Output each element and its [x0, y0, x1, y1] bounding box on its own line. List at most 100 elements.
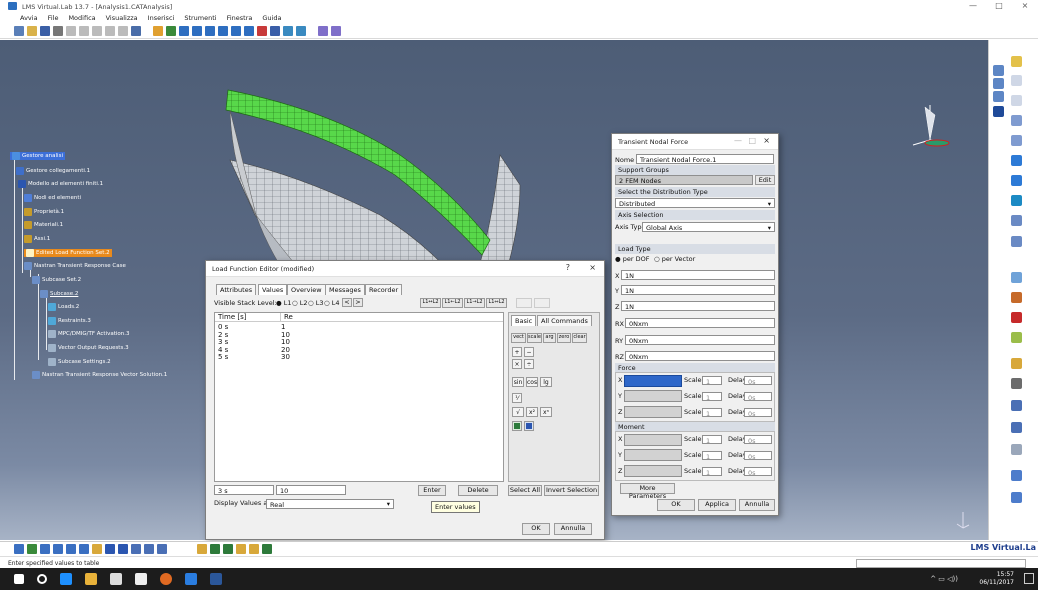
group-icon[interactable]	[993, 78, 1004, 89]
tab-basic[interactable]: Basic	[511, 315, 537, 326]
zoom-out-icon[interactable]	[218, 25, 228, 36]
force-tool-icon[interactable]	[1011, 155, 1022, 166]
menu-avvia[interactable]: Avvia	[8, 14, 38, 22]
tab-overview[interactable]: Overview	[287, 284, 326, 295]
swap-space-icon[interactable]	[270, 25, 280, 36]
tree-item-nodi-elementi[interactable]: Nodi ed elementi	[24, 194, 81, 202]
print-icon[interactable]	[53, 25, 63, 36]
tree-item-subcase-set[interactable]: Subcase Set.2	[32, 276, 81, 284]
table-icon[interactable]	[993, 106, 1004, 117]
entry-time-field[interactable]: 3 s	[214, 485, 274, 495]
nf-close-button[interactable]: ×	[763, 136, 770, 145]
pan-view-icon[interactable]	[40, 544, 50, 554]
results-icon[interactable]	[1011, 312, 1022, 323]
copy-icon[interactable]	[79, 25, 89, 36]
animate-icon[interactable]	[1011, 378, 1022, 389]
force-x-function[interactable]	[624, 375, 682, 387]
invert-selection-button[interactable]: Invert Selection	[544, 485, 599, 496]
stack-exchange-button[interactable]: L1⇔L2	[486, 298, 507, 308]
display-icon[interactable]	[1011, 332, 1022, 343]
analysis-tool-4-icon[interactable]	[236, 544, 246, 554]
new-icon[interactable]	[14, 25, 24, 36]
table-row[interactable]: 5 s 30	[215, 353, 503, 361]
ry-value-field[interactable]: 0Nxm	[625, 335, 775, 345]
arg-key[interactable]: arg	[543, 333, 556, 343]
ok-button[interactable]: OK	[522, 523, 550, 535]
image-icon[interactable]	[1011, 492, 1022, 503]
analysis-tool-3-icon[interactable]	[223, 544, 233, 554]
pressure-tool-icon[interactable]	[1011, 195, 1022, 206]
tab-values[interactable]: Values	[258, 284, 288, 295]
per-vector-radio[interactable]: ○ per Vector	[654, 255, 695, 263]
tree-item-modello-fem[interactable]: Modello ad elementi finiti.1	[18, 180, 103, 188]
enter-button[interactable]: Enter	[418, 485, 446, 496]
search-icon[interactable]	[37, 574, 47, 584]
moment-y-function[interactable]	[624, 449, 682, 461]
whats-this-icon[interactable]	[131, 25, 141, 36]
measure-icon[interactable]	[318, 25, 328, 36]
menu-inserisci[interactable]: Inserisci	[148, 14, 175, 22]
save-icon[interactable]	[40, 25, 50, 36]
select-all-button[interactable]: Select All	[508, 485, 542, 496]
pan-icon[interactable]	[179, 25, 189, 36]
compute-icon[interactable]	[166, 25, 176, 36]
restraint-tool-icon[interactable]	[1011, 75, 1022, 86]
tree-item-loads[interactable]: Loads.2	[48, 303, 79, 311]
clear-key[interactable]: clear	[572, 333, 587, 343]
menu-visualizza[interactable]: Visualizza	[106, 14, 138, 22]
sin-key[interactable]: sin	[512, 377, 524, 387]
nf-maximize-button[interactable]: □	[748, 136, 756, 145]
normal-view-icon[interactable]	[244, 25, 254, 36]
moment-y-delay[interactable]: 0s	[744, 451, 772, 460]
post-icon[interactable]	[1011, 470, 1022, 481]
hide-show-icon[interactable]	[257, 25, 267, 36]
entry-value-field[interactable]: 10	[276, 485, 346, 495]
analysis-tool-5-icon[interactable]	[249, 544, 259, 554]
tab-recorder[interactable]: Recorder	[365, 284, 403, 295]
tree-item-subcase-settings[interactable]: Subcase Settings.2	[48, 358, 111, 366]
minus-key[interactable]: −	[524, 347, 534, 357]
menu-guida[interactable]: Guida	[262, 14, 281, 22]
stack-prev-button[interactable]: <	[342, 298, 352, 307]
force-z-scale[interactable]: 1	[702, 408, 722, 417]
table-row[interactable]: 2 s 10	[215, 331, 503, 339]
more-parameters-button[interactable]: More Parameters	[620, 483, 675, 500]
measure-item-icon[interactable]	[331, 25, 341, 36]
plot-icon[interactable]	[1011, 444, 1022, 455]
multiply-key[interactable]: ×	[512, 359, 522, 369]
paste-icon[interactable]	[92, 25, 102, 36]
stack-next-button[interactable]: >	[353, 298, 363, 307]
briefcase-icon[interactable]	[135, 573, 147, 585]
distribution-tool-icon[interactable]	[1011, 236, 1022, 247]
tab-all-commands[interactable]: All Commands	[537, 315, 592, 326]
compass-widget[interactable]	[905, 95, 955, 155]
redo-icon[interactable]	[118, 25, 128, 36]
stack-level-l1[interactable]: ● L1	[276, 299, 292, 307]
close-button[interactable]: ×	[1012, 0, 1038, 12]
menu-finestra[interactable]: Finestra	[227, 14, 253, 22]
cut-icon[interactable]	[66, 25, 76, 36]
tree-item-vector-solution[interactable]: Nastran Transient Response Vector Soluti…	[32, 371, 167, 379]
moment-y-scale[interactable]: 1	[702, 451, 722, 460]
display-values-select[interactable]: Real ▾	[266, 499, 394, 509]
render-icon[interactable]	[283, 25, 293, 36]
plus-key[interactable]: +	[512, 347, 522, 357]
stack-level-l3[interactable]: ○ L3	[308, 299, 324, 307]
edge-icon[interactable]	[60, 573, 72, 585]
tree-item-proprieta[interactable]: Proprietà.1	[24, 208, 64, 216]
clock[interactable]: 15:57 06/11/2017	[979, 571, 1014, 587]
system-tray[interactable]: ^ ▭ ◁))	[930, 575, 958, 583]
stack-key-b[interactable]	[524, 421, 534, 431]
moment-z-function[interactable]	[624, 465, 682, 477]
stack-pull-button[interactable]: L1←L2	[442, 298, 463, 308]
axis-type-select[interactable]: Global Axis ▾	[642, 222, 775, 232]
word-icon[interactable]	[210, 573, 222, 585]
mesh-icon[interactable]	[993, 65, 1004, 76]
stack-level-l2[interactable]: ○ L2	[292, 299, 308, 307]
analysis-tool-1-icon[interactable]	[197, 544, 207, 554]
views-icon[interactable]	[105, 544, 115, 554]
zoom-view-in-icon[interactable]	[66, 544, 76, 554]
tree-item-materiali[interactable]: Materiali.1	[24, 221, 63, 229]
force-z-delay[interactable]: 0s	[744, 408, 772, 417]
force-y-scale[interactable]: 1	[702, 392, 722, 401]
